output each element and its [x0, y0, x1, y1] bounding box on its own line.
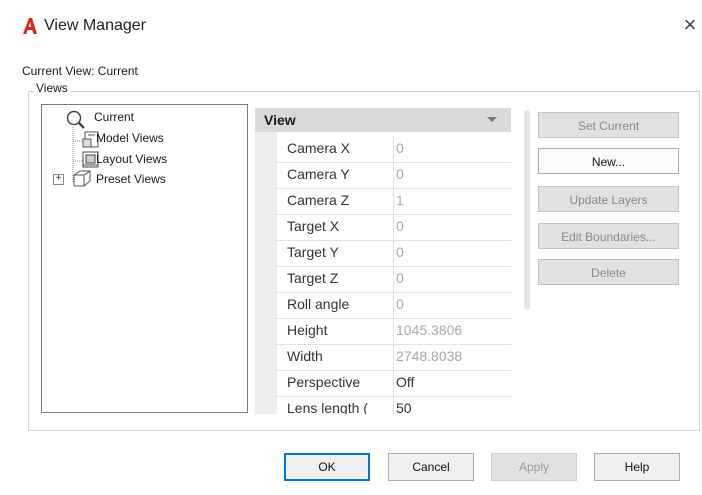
property-row-lens-length[interactable]: Lens length ( 50 — [277, 396, 511, 414]
set-current-button[interactable]: Set Current — [538, 112, 679, 138]
property-value: 2748.8038 — [396, 348, 463, 364]
property-name: Camera X — [287, 140, 351, 156]
column-divider — [393, 266, 394, 292]
preset-views-icon — [73, 170, 91, 187]
new-view-button[interactable]: New... — [538, 148, 679, 174]
column-divider — [393, 162, 394, 188]
properties-scrollbar[interactable] — [524, 110, 530, 310]
apply-button[interactable]: Apply — [491, 453, 577, 481]
help-button[interactable]: Help — [594, 453, 680, 481]
column-divider — [393, 240, 394, 266]
delete-button[interactable]: Delete — [538, 259, 679, 285]
column-divider — [393, 214, 394, 240]
column-divider — [393, 344, 394, 370]
close-icon[interactable]: × — [679, 12, 701, 38]
property-row-camera-y[interactable]: Camera Y 0 — [277, 162, 511, 189]
property-name: Perspective — [287, 374, 361, 390]
column-divider — [393, 292, 394, 318]
property-name: Target X — [287, 218, 340, 234]
view-properties-grid: View Camera X 0 Camera Y 0 Camera Z 1 Ta… — [255, 108, 511, 414]
property-name: Target Z — [287, 270, 339, 286]
column-divider — [393, 318, 394, 344]
property-row-camera-x[interactable]: Camera X 0 — [277, 136, 511, 163]
property-value: 1045.3806 — [396, 322, 463, 338]
property-value: 0 — [396, 296, 404, 312]
expand-icon[interactable]: + — [53, 174, 64, 185]
property-row-roll-angle[interactable]: Roll angle 0 — [277, 292, 511, 319]
tree-item-label: Layout Views — [96, 152, 168, 166]
update-layers-button[interactable]: Update Layers — [538, 186, 679, 212]
property-value[interactable]: Off — [396, 374, 414, 390]
cancel-button[interactable]: Cancel — [388, 453, 474, 481]
property-name: Width — [287, 348, 323, 364]
ok-button[interactable]: OK — [284, 453, 370, 481]
tree-item-label: Current — [94, 110, 135, 124]
property-name: Camera Z — [287, 192, 350, 208]
window-title: View Manager — [44, 17, 146, 34]
property-name: Height — [287, 322, 328, 338]
property-value: 0 — [396, 166, 404, 182]
property-value: 0 — [396, 218, 404, 234]
property-value: 0 — [396, 270, 404, 286]
property-value[interactable]: 50 — [396, 400, 412, 414]
property-row-camera-z[interactable]: Camera Z 1 — [277, 188, 511, 215]
property-row-perspective[interactable]: Perspective Off — [277, 370, 511, 397]
column-divider — [393, 370, 394, 396]
views-group-label: Views — [34, 81, 70, 95]
tree-item-label: Preset Views — [96, 172, 166, 186]
property-row-height[interactable]: Height 1045.3806 — [277, 318, 511, 345]
property-value: 0 — [396, 140, 404, 156]
property-name: Lens length ( — [287, 400, 368, 414]
column-divider — [393, 136, 394, 162]
collapse-arrow-icon[interactable] — [487, 117, 497, 122]
tree-item-label: Model Views — [96, 131, 164, 145]
property-row-target-y[interactable]: Target Y 0 — [277, 240, 511, 267]
edit-boundaries-button[interactable]: Edit Boundaries... — [538, 223, 679, 249]
section-title: View — [264, 112, 296, 128]
property-name: Target Y — [287, 244, 339, 260]
properties-section-header[interactable]: View — [255, 108, 511, 132]
property-value: 1 — [396, 192, 404, 208]
current-view-label: Current View: Current — [22, 64, 138, 78]
grid-gutter — [255, 132, 277, 414]
column-divider — [393, 188, 394, 214]
property-row-target-z[interactable]: Target Z 0 — [277, 266, 511, 293]
magnifier-icon — [66, 110, 85, 129]
views-tree[interactable]: Current Model Views Layout Views + Prese… — [41, 104, 248, 413]
property-row-width[interactable]: Width 2748.8038 — [277, 344, 511, 371]
property-name: Roll angle — [287, 296, 350, 312]
property-value: 0 — [396, 244, 404, 260]
autocad-logo-icon — [23, 18, 37, 34]
property-name: Camera Y — [287, 166, 350, 182]
column-divider — [393, 396, 394, 414]
property-row-target-x[interactable]: Target X 0 — [277, 214, 511, 241]
